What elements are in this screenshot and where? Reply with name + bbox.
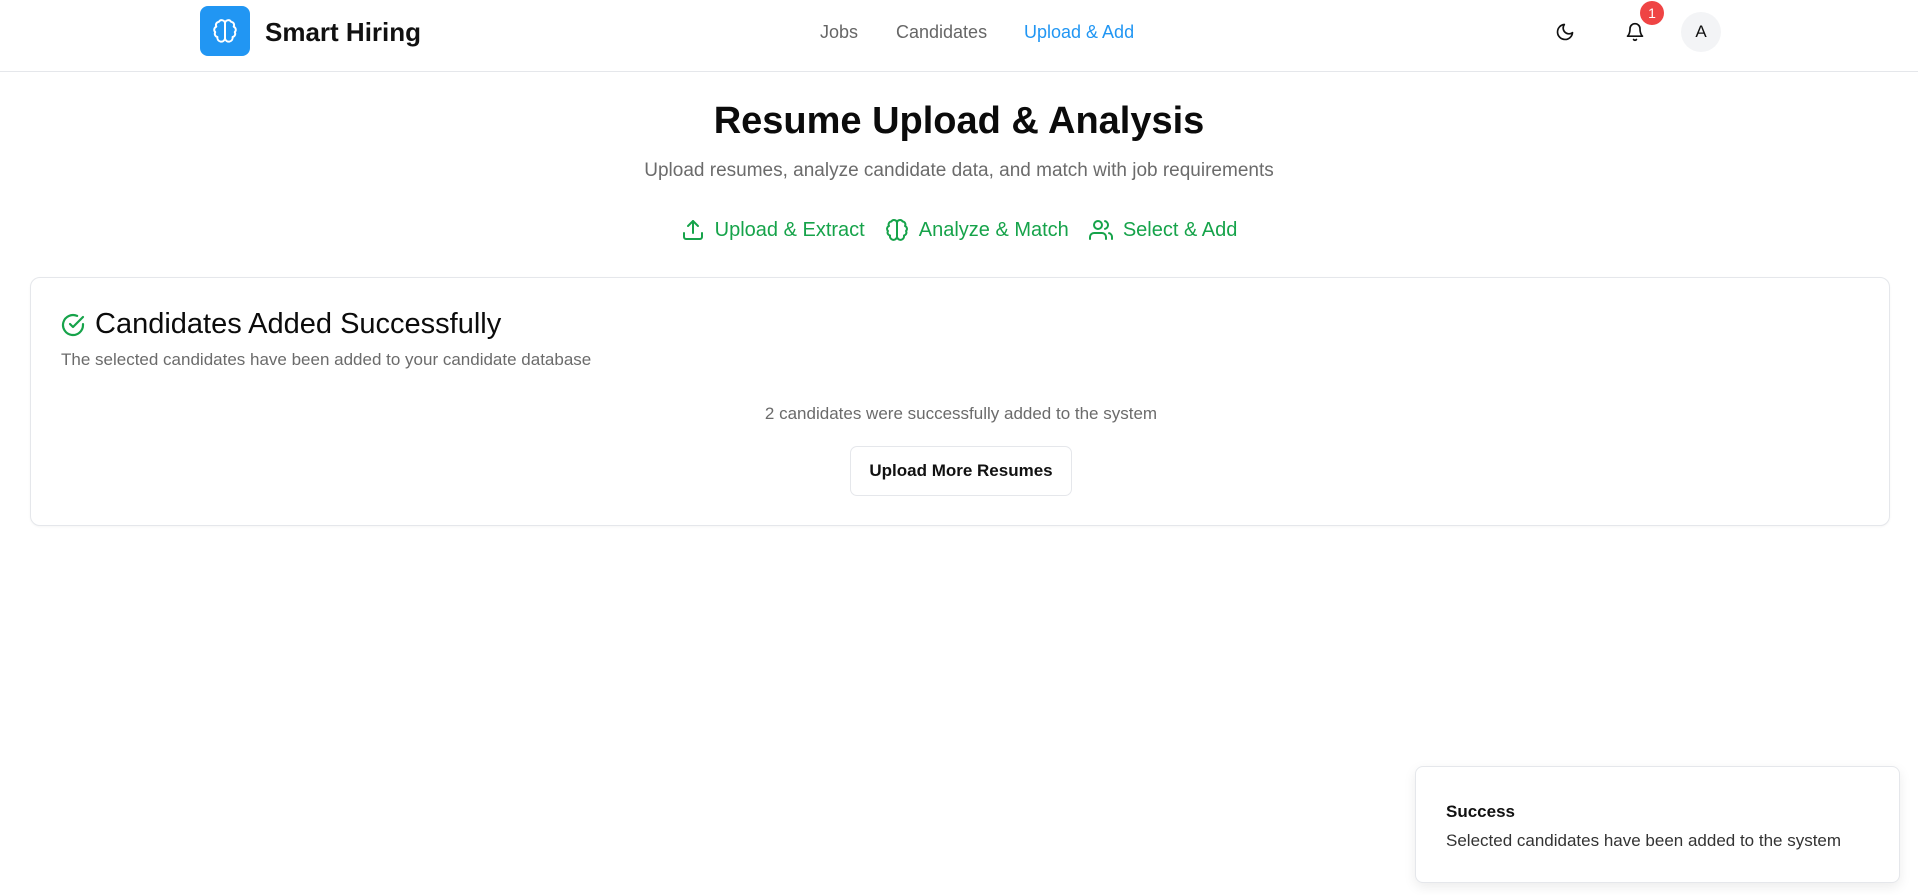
upload-icon <box>682 220 703 240</box>
toast-notification[interactable]: Success Selected candidates have been ad… <box>1415 766 1900 883</box>
logo[interactable] <box>200 6 250 56</box>
users-icon <box>1088 220 1113 240</box>
theme-toggle-button[interactable] <box>1545 12 1585 52</box>
brain-icon <box>213 19 237 43</box>
page-title: Resume Upload & Analysis <box>713 100 1205 142</box>
step-label: Analyze & Match <box>918 218 1069 241</box>
step-label: Upload & Extract <box>714 218 865 241</box>
card-header: Candidates Added Successfully <box>61 308 501 341</box>
step-select-add: Select & Add <box>1088 218 1238 242</box>
notification-badge: 1 <box>1640 1 1664 25</box>
brand-name[interactable]: Smart Hiring <box>265 17 421 48</box>
brain-icon <box>885 219 908 241</box>
step-analyze-match: Analyze & Match <box>885 218 1069 242</box>
top-navbar: Smart Hiring Jobs Candidates Upload & Ad… <box>0 0 1918 72</box>
nav-candidates[interactable]: Candidates <box>896 22 987 43</box>
card-description: The selected candidates have been added … <box>61 350 592 369</box>
toast-title: Success <box>1446 802 1515 821</box>
success-message: 2 candidates were successfully added to … <box>764 404 1158 423</box>
moon-icon <box>1556 23 1574 41</box>
avatar[interactable]: A <box>1681 12 1721 52</box>
workflow-steps: Upload & Extract Analyze & Match Select … <box>0 218 1918 242</box>
check-circle-icon <box>61 313 85 336</box>
step-label: Select & Add <box>1122 218 1238 241</box>
toast-message: Selected candidates have been added to t… <box>1446 831 1842 850</box>
upload-more-button[interactable]: Upload More Resumes <box>850 446 1072 496</box>
card-title: Candidates Added Successfully <box>95 308 502 340</box>
step-upload-extract: Upload & Extract <box>681 218 865 242</box>
page-subtitle: Upload resumes, analyze candidate data, … <box>644 160 1274 181</box>
nav-jobs[interactable]: Jobs <box>820 22 858 43</box>
bell-icon <box>1626 22 1644 42</box>
nav-upload-add[interactable]: Upload & Add <box>1024 22 1134 43</box>
success-card: Candidates Added Successfully The select… <box>30 277 1890 526</box>
